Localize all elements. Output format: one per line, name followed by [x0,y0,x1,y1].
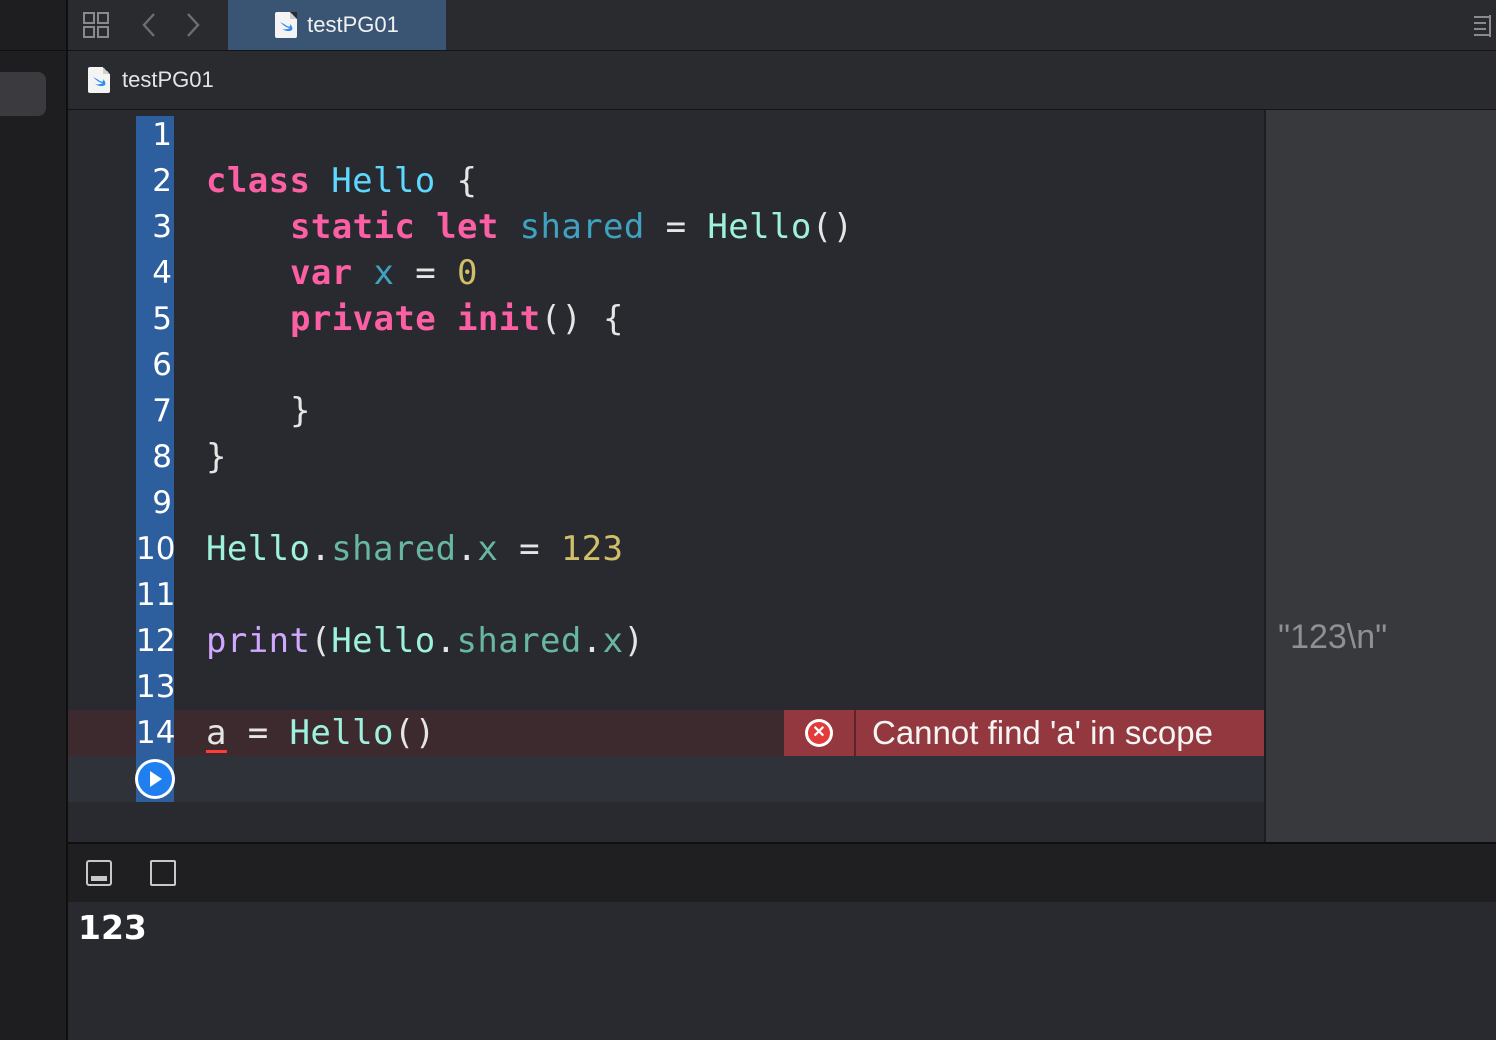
tab-testPG01[interactable]: testPG01 [228,0,446,50]
run-to-line-button[interactable] [135,759,175,799]
editor-options-icon[interactable] [1468,0,1496,50]
jump-bar-file-label[interactable]: testPG01 [122,67,214,93]
play-icon [138,762,172,796]
navigator-sidebar [0,0,68,1040]
console-output-area[interactable]: 123 [68,902,1496,1040]
line-number: 1 [152,117,172,153]
swift-file-icon [275,12,298,38]
code-line-7: } [290,391,311,431]
forward-chevron-icon[interactable] [178,0,208,50]
error-message: Cannot find 'a' in scope [872,714,1213,751]
related-items-grid-icon[interactable] [78,0,114,50]
code-line-5: private init() { [290,299,624,339]
tab-bar: testPG01 [68,0,1496,51]
code-line-4: var x = 0 [290,253,478,293]
code-line-3: static let shared = Hello() [290,207,854,247]
result-value-line-12[interactable]: "123\n" [1278,618,1387,657]
show-console-icon[interactable] [150,860,176,886]
hide-debug-area-icon[interactable] [86,860,112,886]
code-line-12: print(Hello.shared.x) [206,621,645,661]
line-number: 5 [152,301,172,337]
error-message-banner[interactable]: ✕ Cannot find 'a' in scope [784,710,1264,756]
swift-file-icon [88,67,110,93]
line-number: 2 [152,163,172,199]
sidebar-selected-item[interactable] [0,72,46,116]
line-number: 9 [152,485,172,521]
error-x-icon: ✕ [805,719,833,747]
error-token: a [206,713,227,753]
line-number: 12 [136,623,176,659]
line-number: 13 [136,669,176,705]
code-line-8: } [206,437,227,477]
back-chevron-icon[interactable] [134,0,164,50]
code-line-14: a = Hello() [206,713,436,753]
line-number: 7 [152,393,172,429]
run-line-highlight [68,756,1264,802]
results-sidebar: "123\n" [1264,110,1496,842]
line-number: 4 [152,255,172,291]
line-number: 14 [136,715,176,751]
tab-label: testPG01 [307,12,399,37]
console-output-text: 123 [78,908,147,947]
line-number: 11 [136,577,176,613]
jump-bar: testPG01 [68,51,1496,110]
line-number: 8 [152,439,172,475]
line-number: 6 [152,347,172,383]
line-number: 10 [136,531,176,567]
error-icon-box: ✕ [784,710,856,756]
line-number: 3 [152,209,172,245]
code-line-2: class Hello { [206,161,478,201]
code-line-10: Hello.shared.x = 123 [206,529,624,569]
debug-toolbar [68,842,1496,904]
sidebar-separator [0,50,66,51]
